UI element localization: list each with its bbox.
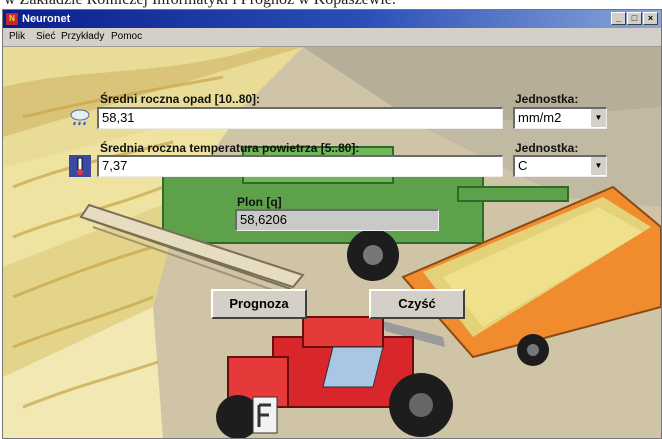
menu-pomoc[interactable]: Pomoc bbox=[111, 30, 142, 44]
app-window: N Neuronet _ □ × Plik Sieć Przykłady Pom… bbox=[2, 9, 662, 439]
maximize-icon[interactable]: □ bbox=[627, 12, 642, 25]
temp-unit-label: Jednostka: bbox=[515, 141, 579, 155]
thermometer-icon bbox=[69, 155, 91, 177]
rain-unit-label: Jednostka: bbox=[515, 92, 579, 106]
window-title: Neuronet bbox=[22, 13, 71, 25]
rain-unit-value: mm/m2 bbox=[518, 110, 562, 125]
yield-output: 58,6206 bbox=[235, 209, 439, 231]
window-controls: _ □ × bbox=[611, 12, 658, 25]
menu-bar: Plik Sieć Przykłady Pomoc bbox=[3, 28, 661, 47]
yield-label: Plon [q] bbox=[237, 195, 282, 209]
cloud-rain-icon bbox=[69, 107, 91, 129]
rain-input[interactable]: 58,31 bbox=[97, 107, 503, 129]
chevron-down-icon[interactable]: ▼ bbox=[590, 109, 606, 127]
predict-button[interactable]: Prognoza bbox=[211, 289, 307, 319]
temp-unit-select[interactable]: C ▼ bbox=[513, 155, 607, 177]
minimize-icon[interactable]: _ bbox=[611, 12, 626, 25]
menu-plik[interactable]: Plik bbox=[9, 30, 25, 44]
temperature-label: Średnia roczna temperatura powietrza [5.… bbox=[100, 141, 360, 155]
temp-unit-value: C bbox=[518, 158, 528, 173]
clear-button[interactable]: Czyść bbox=[369, 289, 465, 319]
harvest-background: Średni roczna opad [10..80]: 58,31 Jedno… bbox=[3, 47, 661, 438]
chevron-down-icon[interactable]: ▼ bbox=[590, 157, 606, 175]
close-icon[interactable]: × bbox=[643, 12, 658, 25]
title-bar: N Neuronet _ □ × bbox=[3, 10, 661, 28]
menu-przyklady[interactable]: Przykłady bbox=[61, 30, 104, 44]
temperature-input[interactable]: 7,37 bbox=[97, 155, 503, 177]
neural-net-icon: N bbox=[6, 13, 18, 25]
rain-unit-select[interactable]: mm/m2 ▼ bbox=[513, 107, 607, 129]
rain-label: Średni roczna opad [10..80]: bbox=[100, 92, 261, 106]
menu-siec[interactable]: Sieć bbox=[36, 30, 55, 44]
